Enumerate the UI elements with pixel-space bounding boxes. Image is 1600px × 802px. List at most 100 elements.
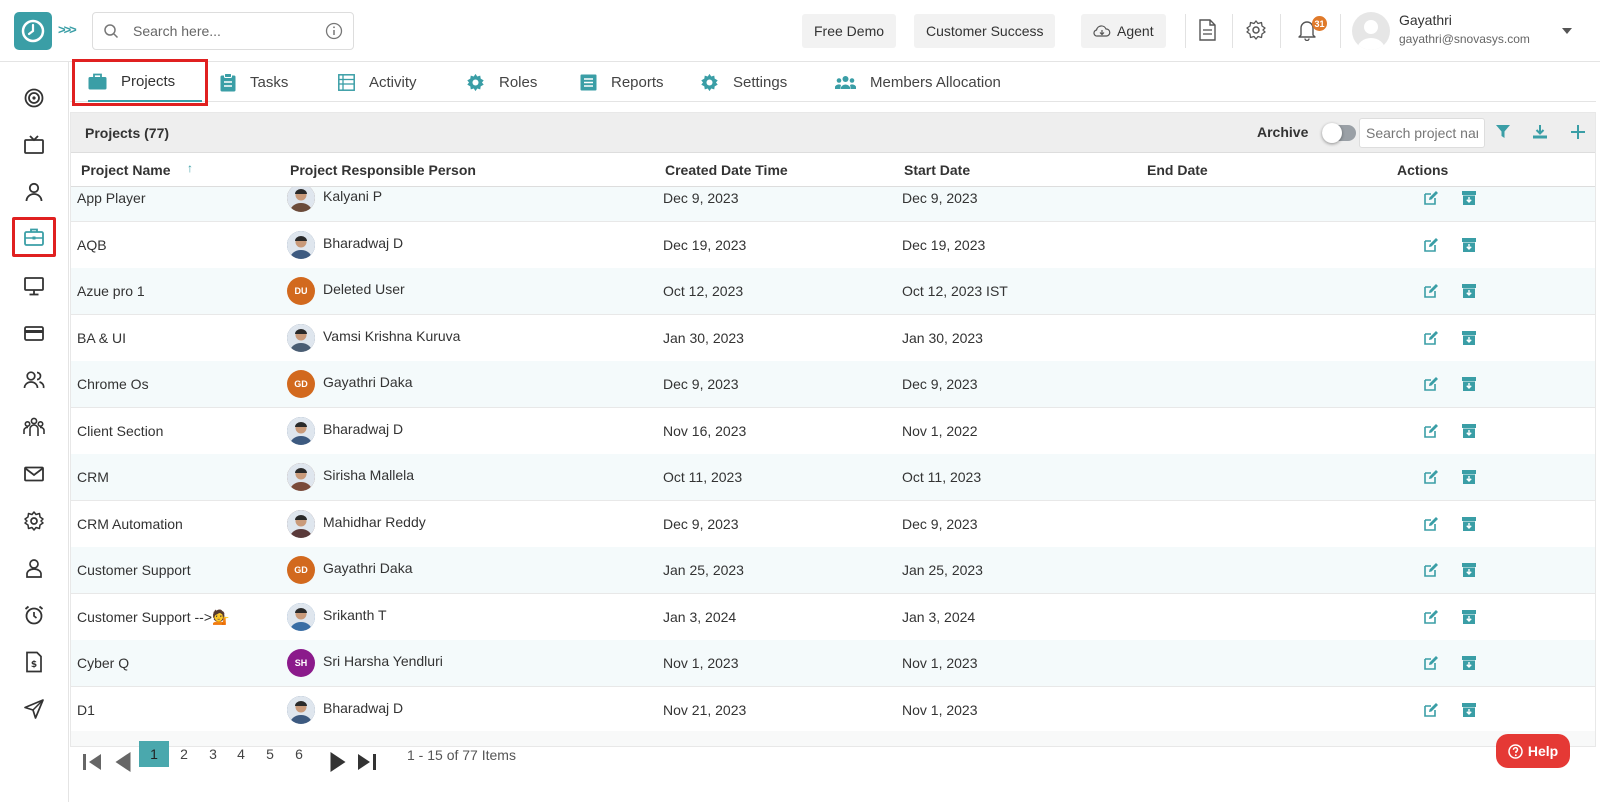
edit-icon[interactable]: [1423, 702, 1439, 718]
sidebar-item-employee[interactable]: [12, 548, 56, 588]
add-icon[interactable]: [1571, 125, 1585, 139]
table-row[interactable]: BA & UI Vamsi Krishna Kuruva Jan 30, 202…: [71, 315, 1595, 362]
user-name[interactable]: Gayathri: [1399, 12, 1452, 28]
agent-button[interactable]: Agent: [1081, 14, 1166, 48]
edit-icon[interactable]: [1423, 190, 1439, 206]
page-button-2[interactable]: 2: [174, 741, 194, 767]
sidebar-item-monitor[interactable]: [12, 266, 56, 306]
sidebar-item-profile[interactable]: [12, 172, 56, 212]
project-name-cell[interactable]: App Player: [77, 190, 145, 206]
download-icon[interactable]: [1533, 125, 1547, 139]
sidebar-item-users[interactable]: [12, 360, 56, 400]
archive-box-icon[interactable]: [1461, 283, 1477, 299]
tab-tasks[interactable]: Tasks: [220, 62, 288, 102]
archive-box-icon[interactable]: [1461, 609, 1477, 625]
info-icon[interactable]: [325, 22, 343, 40]
column-end-date[interactable]: End Date: [1147, 162, 1208, 178]
table-row[interactable]: Chrome Os GD Gayathri Daka Dec 9, 2023 D…: [71, 361, 1595, 408]
edit-icon[interactable]: [1423, 516, 1439, 532]
archive-box-icon[interactable]: [1461, 516, 1477, 532]
project-name-cell[interactable]: Client Section: [77, 423, 163, 439]
filter-icon[interactable]: [1496, 125, 1510, 139]
project-name-cell[interactable]: Customer Support: [77, 562, 191, 578]
project-name-cell[interactable]: Cyber Q: [77, 655, 129, 671]
next-page-icon[interactable]: [328, 749, 348, 775]
page-button-5[interactable]: 5: [260, 741, 280, 767]
project-name-cell[interactable]: AQB: [77, 237, 107, 253]
archive-box-icon[interactable]: [1461, 469, 1477, 485]
project-name-cell[interactable]: Azue pro 1: [77, 283, 145, 299]
archive-box-icon[interactable]: [1461, 237, 1477, 253]
help-button[interactable]: Help: [1496, 734, 1570, 768]
project-name-cell[interactable]: Chrome Os: [77, 376, 149, 392]
edit-icon[interactable]: [1423, 609, 1439, 625]
user-avatar[interactable]: [1352, 12, 1390, 50]
archive-box-icon[interactable]: [1461, 376, 1477, 392]
column-responsible-person[interactable]: Project Responsible Person: [290, 162, 476, 178]
edit-icon[interactable]: [1423, 562, 1439, 578]
tab-reports[interactable]: Reports: [580, 62, 664, 102]
project-name-cell[interactable]: CRM: [77, 469, 109, 485]
archive-box-icon[interactable]: [1461, 190, 1477, 206]
column-project-name[interactable]: Project Name: [81, 162, 170, 178]
chevron-down-icon[interactable]: [1562, 28, 1572, 34]
sidebar-item-dashboard[interactable]: [12, 78, 56, 118]
table-row[interactable]: CRM Automation Mahidhar Reddy Dec 9, 202…: [71, 501, 1595, 548]
app-logo[interactable]: [14, 12, 52, 50]
table-row[interactable]: Customer Support -->💁 Srikanth T Jan 3, …: [71, 594, 1595, 641]
expand-sidebar-icon[interactable]: >>>: [58, 22, 77, 37]
archive-box-icon[interactable]: [1461, 655, 1477, 671]
archive-box-icon[interactable]: [1461, 423, 1477, 439]
page-button-4[interactable]: 4: [231, 741, 251, 767]
archive-box-icon[interactable]: [1461, 330, 1477, 346]
edit-icon[interactable]: [1423, 330, 1439, 346]
global-search-input[interactable]: [133, 23, 303, 39]
tab-settings[interactable]: Settings: [700, 62, 787, 102]
edit-icon[interactable]: [1423, 237, 1439, 253]
project-name-cell[interactable]: CRM Automation: [77, 516, 183, 532]
sidebar-item-projects[interactable]: [12, 217, 56, 257]
table-row[interactable]: AQB Bharadwaj D Dec 19, 2023 Dec 19, 202…: [71, 222, 1595, 269]
project-name-cell[interactable]: D1: [77, 702, 95, 718]
free-demo-button[interactable]: Free Demo: [802, 14, 897, 48]
sort-ascending-icon[interactable]: ↑: [187, 161, 193, 175]
sidebar-item-alarm[interactable]: [12, 595, 56, 635]
edit-icon[interactable]: [1423, 469, 1439, 485]
customer-success-button[interactable]: Customer Success: [914, 14, 1056, 48]
first-page-icon[interactable]: [83, 749, 103, 775]
column-created-date[interactable]: Created Date Time: [665, 162, 788, 178]
last-page-icon[interactable]: [356, 749, 376, 775]
tab-members-allocation[interactable]: Members Allocation: [835, 62, 1001, 102]
table-row[interactable]: D1 Bharadwaj D Nov 21, 2023 Nov 1, 2023: [71, 687, 1595, 732]
edit-icon[interactable]: [1423, 376, 1439, 392]
sidebar-item-invoice[interactable]: $: [12, 642, 56, 682]
column-start-date[interactable]: Start Date: [904, 162, 970, 178]
table-row[interactable]: Client Section Bharadwaj D Nov 16, 2023 …: [71, 408, 1595, 455]
sidebar-item-send[interactable]: [12, 689, 56, 729]
sidebar-item-live[interactable]: [12, 125, 56, 165]
table-row[interactable]: Customer Support GD Gayathri Daka Jan 25…: [71, 547, 1595, 594]
page-button-1[interactable]: 1: [139, 741, 169, 767]
sidebar-item-settings[interactable]: [12, 501, 56, 541]
sidebar-item-billing[interactable]: [12, 313, 56, 353]
edit-icon[interactable]: [1423, 283, 1439, 299]
table-row[interactable]: CRM Sirisha Mallela Oct 11, 2023 Oct 11,…: [71, 454, 1595, 501]
document-icon[interactable]: [1197, 19, 1217, 41]
table-row[interactable]: App Player Kalyani P Dec 9, 2023 Dec 9, …: [71, 187, 1595, 222]
page-button-6[interactable]: 6: [289, 741, 309, 767]
sidebar-item-teams[interactable]: [12, 407, 56, 447]
edit-icon[interactable]: [1423, 423, 1439, 439]
table-row[interactable]: Azue pro 1 DU Deleted User Oct 12, 2023 …: [71, 268, 1595, 315]
project-search-input[interactable]: [1359, 118, 1485, 148]
tab-roles[interactable]: Roles: [466, 62, 537, 102]
tab-activity[interactable]: Activity: [338, 62, 417, 102]
edit-icon[interactable]: [1423, 655, 1439, 671]
archive-toggle[interactable]: [1322, 123, 1356, 143]
settings-gear-icon[interactable]: [1245, 19, 1267, 41]
project-name-cell[interactable]: BA & UI: [77, 330, 126, 346]
project-name-cell[interactable]: Customer Support -->💁: [77, 609, 229, 626]
page-button-3[interactable]: 3: [203, 741, 223, 767]
prev-page-icon[interactable]: [113, 749, 133, 775]
archive-box-icon[interactable]: [1461, 702, 1477, 718]
table-row[interactable]: Cyber Q SH Sri Harsha Yendluri Nov 1, 20…: [71, 640, 1595, 687]
